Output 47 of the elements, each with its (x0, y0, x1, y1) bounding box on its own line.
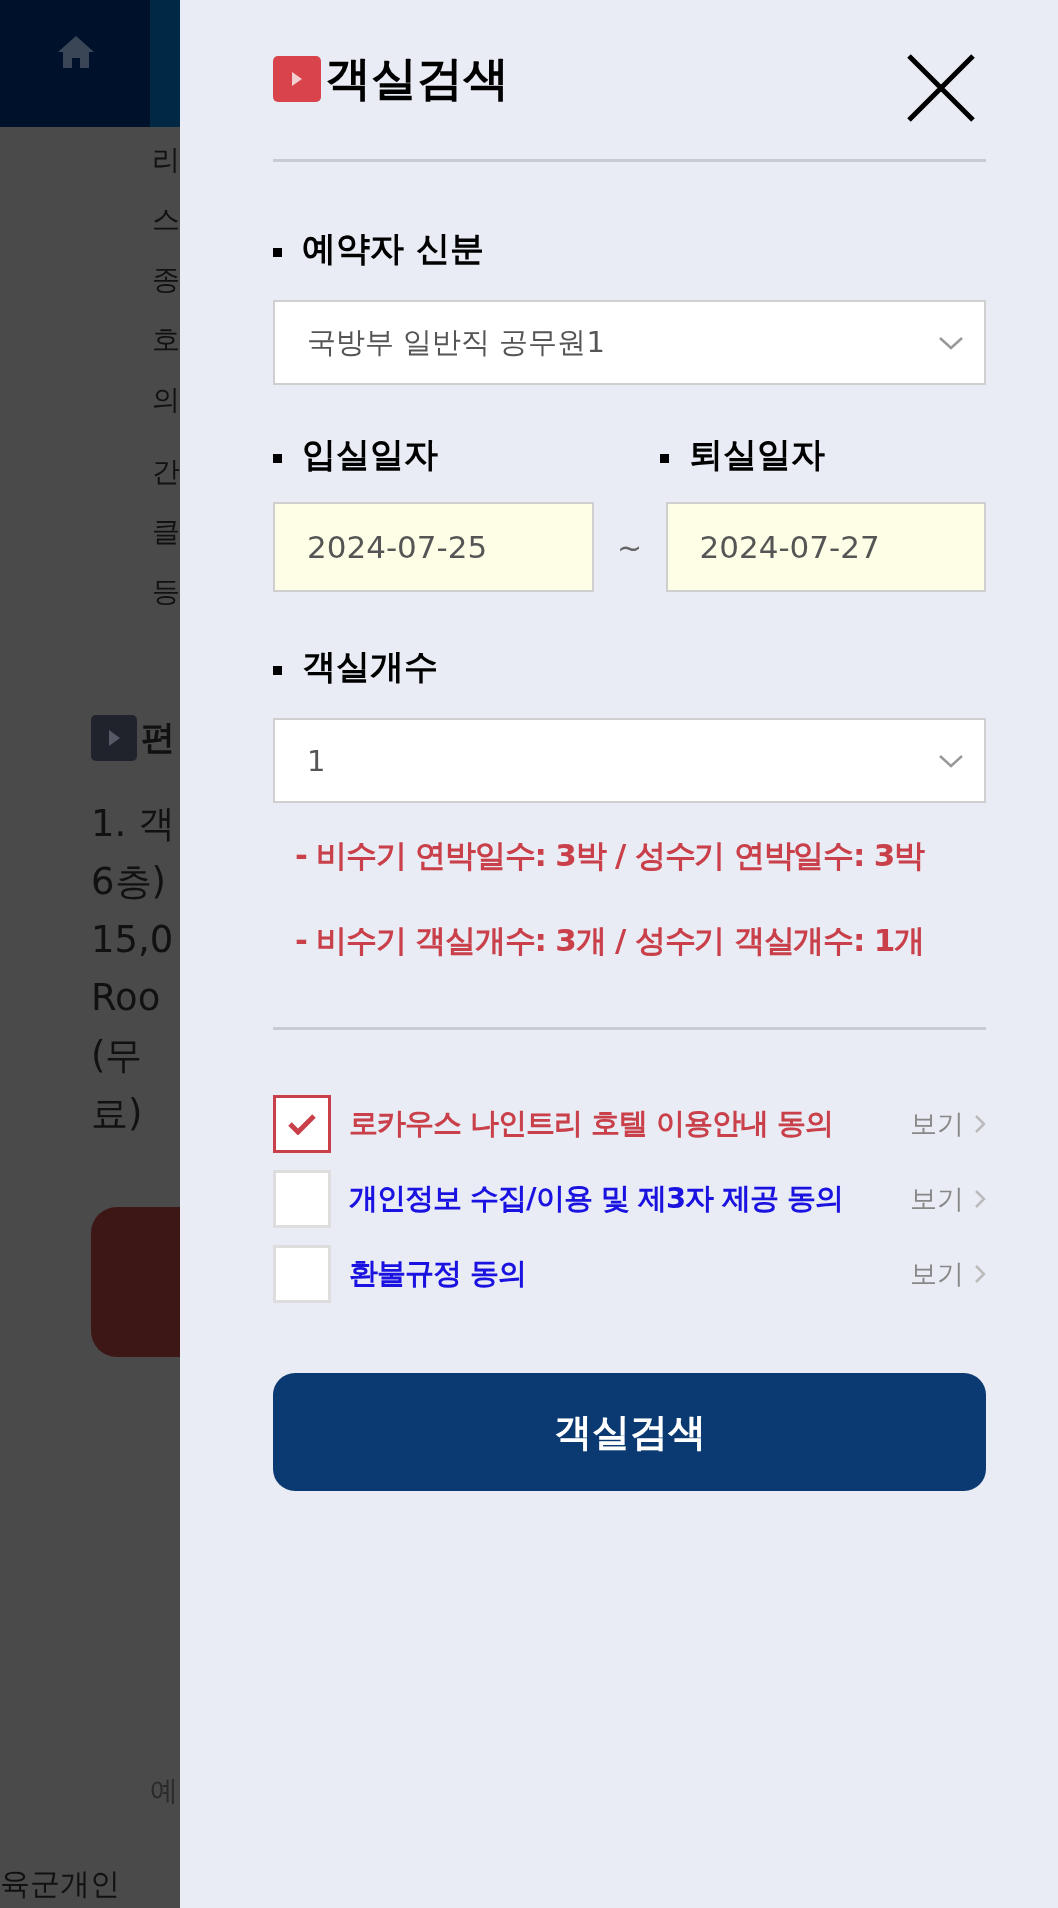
home-icon[interactable] (56, 34, 96, 70)
item-text: 료) (91, 1091, 144, 1137)
item-text: 15,0 (91, 917, 175, 963)
cut-text: 등 (152, 574, 180, 610)
cut-text: 리 (152, 142, 180, 178)
agreement-label: 환불규정 동의 (349, 1255, 527, 1292)
date-field[interactable]: 2024-07-25 (273, 502, 594, 592)
field-label: 객실개수 (302, 645, 438, 688)
search-button[interactable]: 객실검색 (273, 1373, 986, 1491)
chevron-icon (974, 1114, 986, 1134)
cut-text: 스 (152, 202, 180, 238)
bullet-icon (273, 453, 282, 463)
cut-text: 간 (152, 454, 180, 490)
caret-icon (938, 334, 964, 351)
agreement-label: 로카우스 나인트리 호텔 이용안내 동의 (349, 1105, 834, 1142)
chevron-icon (974, 1264, 986, 1284)
checkmark-icon (287, 1113, 317, 1135)
select-field[interactable]: 국방부 일반직 공무원1 (273, 300, 986, 385)
item-text: 6층) (91, 859, 167, 905)
notice-text: - 비수기 연박일수: 3박 / 성수기 연박일수: 3박 (295, 836, 926, 875)
select-field[interactable]: 1 (273, 718, 986, 803)
caret-icon (938, 752, 964, 769)
bullet-icon (659, 453, 669, 463)
agreement-label: 개인정보 수집/이용 및 제3자 제공 동의 (349, 1180, 844, 1217)
footer-text: 육군개인 (0, 1866, 120, 1902)
cut-text: 클 (152, 514, 180, 550)
cut-text: 호 (152, 322, 180, 358)
play-icon (273, 55, 321, 102)
panel-title: 객실검색 (325, 49, 509, 107)
close-icon[interactable] (906, 52, 976, 123)
range-separator: ~ (615, 529, 644, 565)
item-text: 1. 객 (91, 801, 177, 847)
date-field[interactable]: 2024-07-27 (665, 502, 986, 592)
bullet-icon (273, 665, 282, 675)
bullet-icon (273, 247, 282, 257)
checkbox[interactable] (273, 1095, 331, 1153)
item-text: (무 (91, 1033, 144, 1079)
section-heading: 편 (141, 716, 175, 759)
field-label: 퇴실일자 (688, 433, 825, 476)
field-label: 입실일자 (302, 433, 438, 476)
cut-text: 의 (152, 382, 180, 418)
item-text: Roo (91, 975, 162, 1021)
notice-text: - 비수기 객실개수: 3개 / 성수기 객실개수: 1개 (295, 921, 925, 960)
field-label: 예약자 신분 (302, 227, 484, 270)
chevron-icon (974, 1189, 986, 1209)
play-icon (91, 715, 137, 761)
cut-text: 종 (152, 262, 180, 298)
